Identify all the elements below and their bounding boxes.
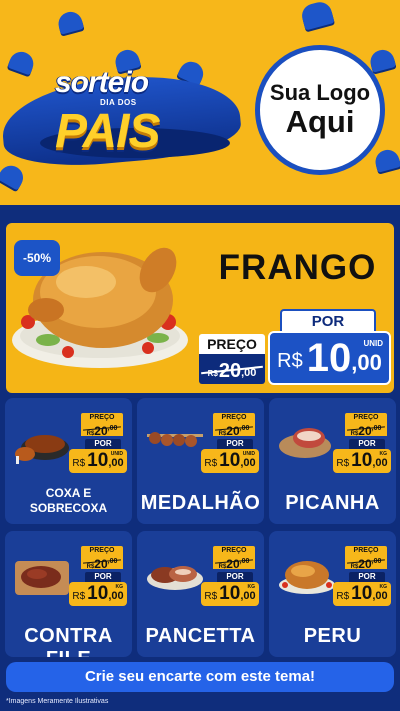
product-image bbox=[11, 414, 73, 466]
logo-placeholder[interactable]: Sua Logo Aqui bbox=[255, 45, 385, 175]
new-price: KG R$ 10,00 bbox=[201, 582, 259, 606]
new-price-integer: 10 bbox=[87, 583, 109, 604]
product-name: CONTRA FILE bbox=[24, 625, 113, 657]
old-price-integer: 20 bbox=[226, 424, 240, 438]
product-image bbox=[275, 414, 337, 466]
old-price-label: PREÇO bbox=[81, 413, 123, 422]
price-unit: UNID bbox=[363, 339, 383, 348]
new-price-currency: R$ bbox=[204, 457, 218, 469]
new-price-label: POR bbox=[217, 572, 253, 582]
new-price-label: POR bbox=[85, 439, 121, 449]
new-price-currency: R$ bbox=[204, 590, 218, 602]
product-card[interactable]: PREÇO R$ 20 ,00 POR KG R$ 10,00 PERU bbox=[269, 531, 396, 657]
logo-text-line2: Aqui bbox=[285, 104, 355, 140]
product-image bbox=[143, 414, 205, 466]
price-unit: KG bbox=[379, 451, 388, 457]
brand-title-top: sorteio bbox=[55, 66, 149, 99]
heart-icon bbox=[372, 147, 400, 173]
product-name: COXA E SOBRECOXA bbox=[29, 486, 108, 515]
old-price-integer: 20 bbox=[358, 424, 372, 438]
product-name: MEDALHÃO bbox=[140, 492, 261, 514]
new-price-label: POR bbox=[349, 439, 385, 449]
product-card[interactable]: PREÇO R$ 20 ,00 POR UNID R$ 10,00 MEDALHÃO bbox=[137, 398, 264, 524]
new-price: KG R$ 10,00 bbox=[333, 582, 391, 606]
new-price-label: POR bbox=[85, 572, 121, 582]
new-price-currency: R$ bbox=[336, 590, 350, 602]
new-price-cents: ,00 bbox=[240, 590, 256, 602]
product-card[interactable]: PREÇO R$ 20 ,00 PORKG R$10,00 CONTRA FILE bbox=[5, 531, 132, 657]
new-price-cents: ,00 bbox=[108, 457, 124, 469]
logo-text-line1: Sua Logo bbox=[269, 79, 371, 105]
new-price-cents: ,00 bbox=[351, 350, 382, 375]
brand-title-main: PAIS bbox=[55, 105, 160, 158]
new-price-integer: 10 bbox=[351, 450, 373, 471]
old-price-label: PREÇO bbox=[345, 546, 387, 555]
product-name: PICANHA bbox=[285, 492, 380, 514]
heart-icon bbox=[299, 0, 335, 31]
heart-icon bbox=[7, 48, 37, 76]
new-price-integer: 10 bbox=[351, 583, 373, 604]
new-price-integer: 10 bbox=[219, 450, 241, 471]
product-card[interactable]: PREÇO R$ 20 ,00 POR KG R$ 10,00 PICANHA bbox=[269, 398, 396, 524]
price-unit: UNID bbox=[110, 451, 123, 457]
new-price: UNID R$ 10,00 bbox=[201, 449, 259, 473]
price-unit: KG bbox=[115, 584, 124, 590]
old-price-label: PREÇO bbox=[345, 413, 387, 422]
new-price-cents: ,00 bbox=[372, 590, 388, 602]
new-price-cents: ,00 bbox=[240, 457, 256, 469]
new-price-cents: ,00 bbox=[108, 590, 124, 602]
new-price-label: POR bbox=[349, 572, 385, 582]
new-price-currency: R$ bbox=[72, 590, 86, 602]
old-price-integer: 20 bbox=[94, 424, 108, 438]
new-price-currency: R$ bbox=[336, 457, 350, 469]
product-image bbox=[11, 547, 73, 599]
product-card[interactable]: PREÇO R$ 20 ,00 POR UNID R$ 10,00 COXA E SOBRECOX… bbox=[5, 398, 132, 524]
product-name: PANCETTA bbox=[145, 625, 256, 647]
old-price-integer: 20 bbox=[94, 557, 108, 571]
new-price: KG R$ 10,00 bbox=[333, 449, 391, 473]
create-flyer-button[interactable]: Crie seu encarte com este tema! bbox=[6, 662, 394, 692]
product-image bbox=[143, 547, 205, 599]
old-price-label: PREÇO bbox=[199, 334, 265, 354]
new-price-currency: R$ bbox=[72, 457, 86, 469]
heart-icon bbox=[367, 47, 397, 73]
new-price: UNID R$ 10 ,00 bbox=[268, 331, 391, 385]
new-price-integer: 10 bbox=[306, 336, 352, 380]
price-unit: KG bbox=[247, 584, 256, 590]
new-price-integer: 10 bbox=[87, 450, 109, 471]
old-price-label: PREÇO bbox=[213, 413, 255, 422]
product-card[interactable]: PREÇO R$ 20 ,00 POR KG R$ 10,00 PANCETTA bbox=[137, 531, 264, 657]
disclaimer-text: *Imagens Meramente Ilustrativas bbox=[6, 698, 109, 705]
old-price-integer: 20 bbox=[358, 557, 372, 571]
new-price-cents: ,00 bbox=[372, 457, 388, 469]
old-price-integer: 20 bbox=[226, 557, 240, 571]
new-price-label: POR bbox=[280, 309, 376, 331]
new-price-label: POR bbox=[217, 439, 253, 449]
heart-icon bbox=[55, 9, 85, 35]
header-banner: sorteio DIA DOS PAIS Sua Logo Aqui bbox=[0, 0, 400, 205]
new-price: KG R$ 10,00 bbox=[69, 582, 127, 606]
heart-icon bbox=[0, 161, 28, 191]
old-price-label: PREÇO bbox=[81, 546, 123, 555]
featured-product-name: FRANGO bbox=[218, 248, 377, 287]
discount-badge: -50% bbox=[14, 240, 60, 276]
price-unit: UNID bbox=[242, 451, 255, 457]
old-price-label: PREÇO bbox=[213, 546, 255, 555]
new-price-currency: R$ bbox=[277, 349, 303, 372]
price-unit: KG bbox=[379, 584, 388, 590]
new-price: UNID R$ 10,00 bbox=[69, 449, 127, 473]
new-price-integer: 10 bbox=[219, 583, 241, 604]
product-image bbox=[275, 547, 337, 599]
product-name: PERU bbox=[303, 625, 362, 647]
